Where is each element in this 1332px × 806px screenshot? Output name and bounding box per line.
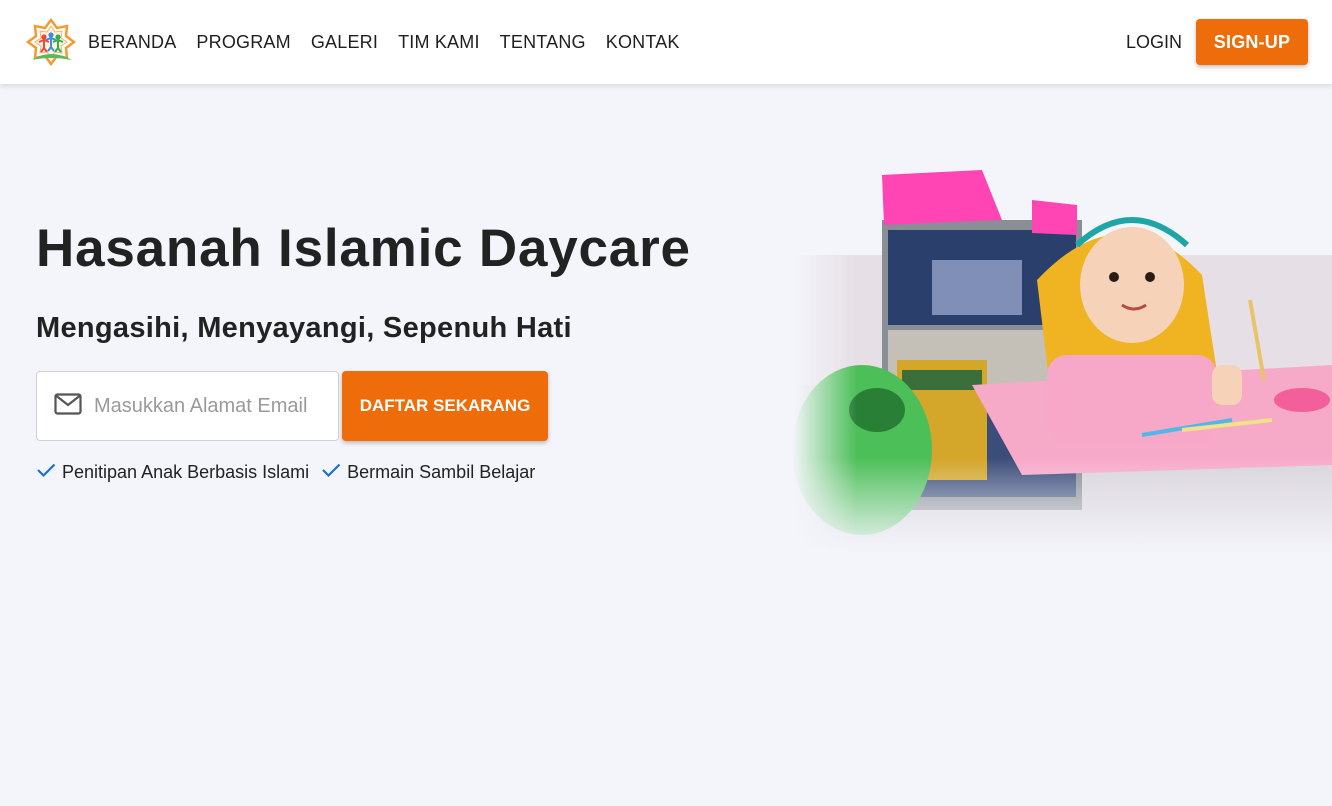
signup-button[interactable]: SIGN-UP xyxy=(1196,19,1308,65)
check-icon xyxy=(321,462,341,483)
nav-auth: LOGIN SIGN-UP xyxy=(1126,19,1308,65)
register-now-button[interactable]: DAFTAR SEKARANG xyxy=(342,371,548,441)
nav-link-kontak[interactable]: KONTAK xyxy=(606,32,680,53)
feature-list: Penitipan Anak Berbasis Islami Bermain S… xyxy=(36,462,547,483)
logo-icon[interactable] xyxy=(24,18,78,66)
mail-icon xyxy=(54,392,82,420)
hero-title: Hasanah Islamic Daycare xyxy=(36,219,691,278)
navbar: BERANDA PROGRAM GALERI TIM KAMI TENTANG … xyxy=(0,0,1332,84)
nav-links: BERANDA PROGRAM GALERI TIM KAMI TENTANG … xyxy=(88,32,700,53)
hero-subtitle: Mengasihi, Menyayangi, Sepenuh Hati xyxy=(36,312,572,344)
nav-link-program[interactable]: PROGRAM xyxy=(196,32,290,53)
nav-link-tentang[interactable]: TENTANG xyxy=(500,32,586,53)
check-icon xyxy=(36,462,56,483)
nav-link-galeri[interactable]: GALERI xyxy=(311,32,378,53)
email-field-container[interactable] xyxy=(36,371,339,441)
feature-item: Penitipan Anak Berbasis Islami xyxy=(36,462,309,483)
nav-link-tim-kami[interactable]: TIM KAMI xyxy=(398,32,480,53)
feature-item: Bermain Sambil Belajar xyxy=(321,462,535,483)
email-field[interactable] xyxy=(94,394,324,418)
feature-label: Penitipan Anak Berbasis Islami xyxy=(62,462,310,482)
nav-link-beranda[interactable]: BERANDA xyxy=(88,32,176,53)
hero-image xyxy=(792,165,1332,555)
login-link[interactable]: LOGIN xyxy=(1126,24,1182,61)
feature-label: Bermain Sambil Belajar xyxy=(347,462,536,482)
